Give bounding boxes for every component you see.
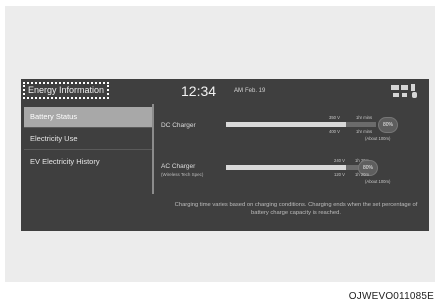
signal-icon — [401, 85, 408, 90]
dc-charge-bar[interactable] — [226, 122, 376, 127]
infotainment-screen: Energy Information 12:34 AM Feb. 19 Batt… — [21, 79, 429, 231]
dc-top-left-value: 350 V — [329, 115, 340, 120]
ac-top-left-value: 240 V — [334, 158, 345, 163]
sidebar-item-battery-status[interactable]: Battery Status — [24, 107, 152, 127]
user-icon — [412, 92, 417, 98]
figure-code: OJWEVO011085E — [348, 291, 434, 302]
sidebar-menu: Battery Status Electricity Use EV Electr… — [24, 104, 152, 212]
dc-charge-limit-knob[interactable]: 80% — [378, 117, 398, 133]
dc-top-right-value: 1hr mins — [356, 115, 373, 120]
bluetooth-icon — [411, 84, 415, 91]
ac-charge-bar-fill — [226, 165, 346, 170]
sidebar-item-ev-electricity-history[interactable]: EV Electricity History — [24, 152, 152, 172]
sidebar-divider — [152, 104, 154, 194]
dc-charge-bar-fill — [226, 122, 346, 127]
ac-bottom-right-value: 1h 20m — [355, 172, 369, 177]
status-icons — [391, 83, 423, 99]
dc-bottom-left-value: 400 V — [329, 129, 340, 134]
ac-note: (About 100m) — [365, 179, 391, 184]
network-icon — [391, 85, 399, 90]
ac-bottom-left-value: 120 V — [334, 172, 345, 177]
usb-icon — [402, 93, 407, 97]
clock-date: Feb. 19 — [245, 88, 266, 94]
charging-notice: Charging time varies based on charging c… — [174, 202, 418, 216]
sidebar-item-electricity-use[interactable]: Electricity Use — [24, 129, 152, 149]
ac-charger-sublabel: (Wireless Tech Spec) — [161, 172, 204, 177]
wifi-icon — [393, 93, 399, 97]
status-bar: Energy Information 12:34 AM Feb. 19 — [21, 79, 429, 103]
ac-charge-bar[interactable] — [226, 165, 376, 170]
ac-charger-label: AC Charger — [161, 163, 196, 170]
dc-bottom-right-value: 1hr mins — [356, 129, 373, 134]
dc-charger-label: DC Charger — [161, 122, 196, 129]
menu-divider — [24, 127, 152, 128]
dc-note: (About 100m) — [365, 136, 391, 141]
clock-ampm: AM — [234, 88, 243, 94]
page-title: Energy Information — [23, 82, 110, 99]
menu-divider — [24, 149, 152, 150]
clock-time: 12:34 — [181, 83, 217, 99]
